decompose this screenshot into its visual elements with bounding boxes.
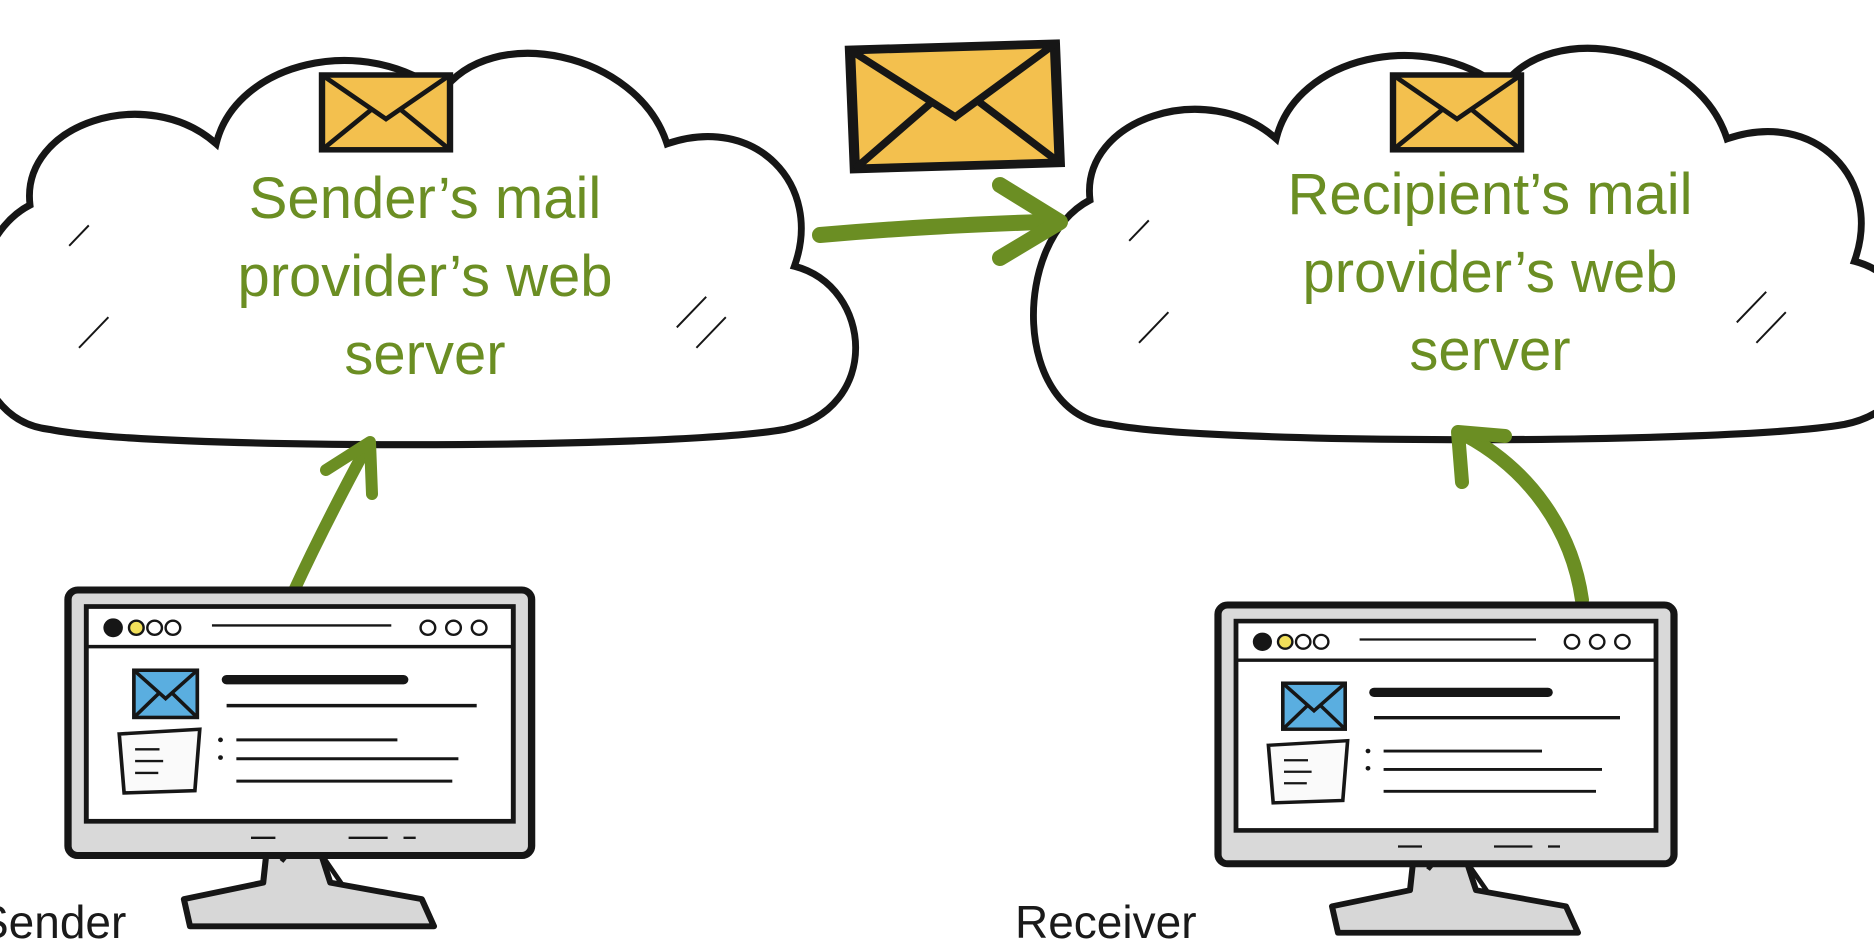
- recipient-server-line-1: Recipient’s mail: [1287, 162, 1693, 227]
- sender-server-line-2: provider’s web: [237, 244, 613, 309]
- recipient-server-label: Recipient’s mail provider’s web server: [1245, 156, 1735, 390]
- recipient-server-line-2: provider’s web: [1302, 240, 1678, 305]
- transfer-arrow: [812, 177, 1068, 266]
- sender-server-line-1: Sender’s mail: [248, 166, 602, 231]
- sender-label: Sender: [0, 896, 127, 948]
- sender-server-line-3: server: [344, 322, 506, 387]
- transfer-envelope-icon: [850, 44, 1060, 169]
- envelope-icon: [1393, 75, 1521, 150]
- receiver-computer: [1218, 605, 1674, 933]
- envelope-icon: [322, 75, 450, 150]
- sender-server-label: Sender’s mail provider’s web server: [205, 160, 645, 394]
- receiver-fetch-arrow: [1451, 425, 1589, 607]
- sender-computer: [68, 590, 532, 926]
- sender-upload-arrow: [286, 436, 378, 601]
- recipient-server-line-3: server: [1409, 318, 1571, 383]
- receiver-label: Receiver: [1015, 896, 1197, 948]
- diagram-canvas: [0, 0, 1874, 936]
